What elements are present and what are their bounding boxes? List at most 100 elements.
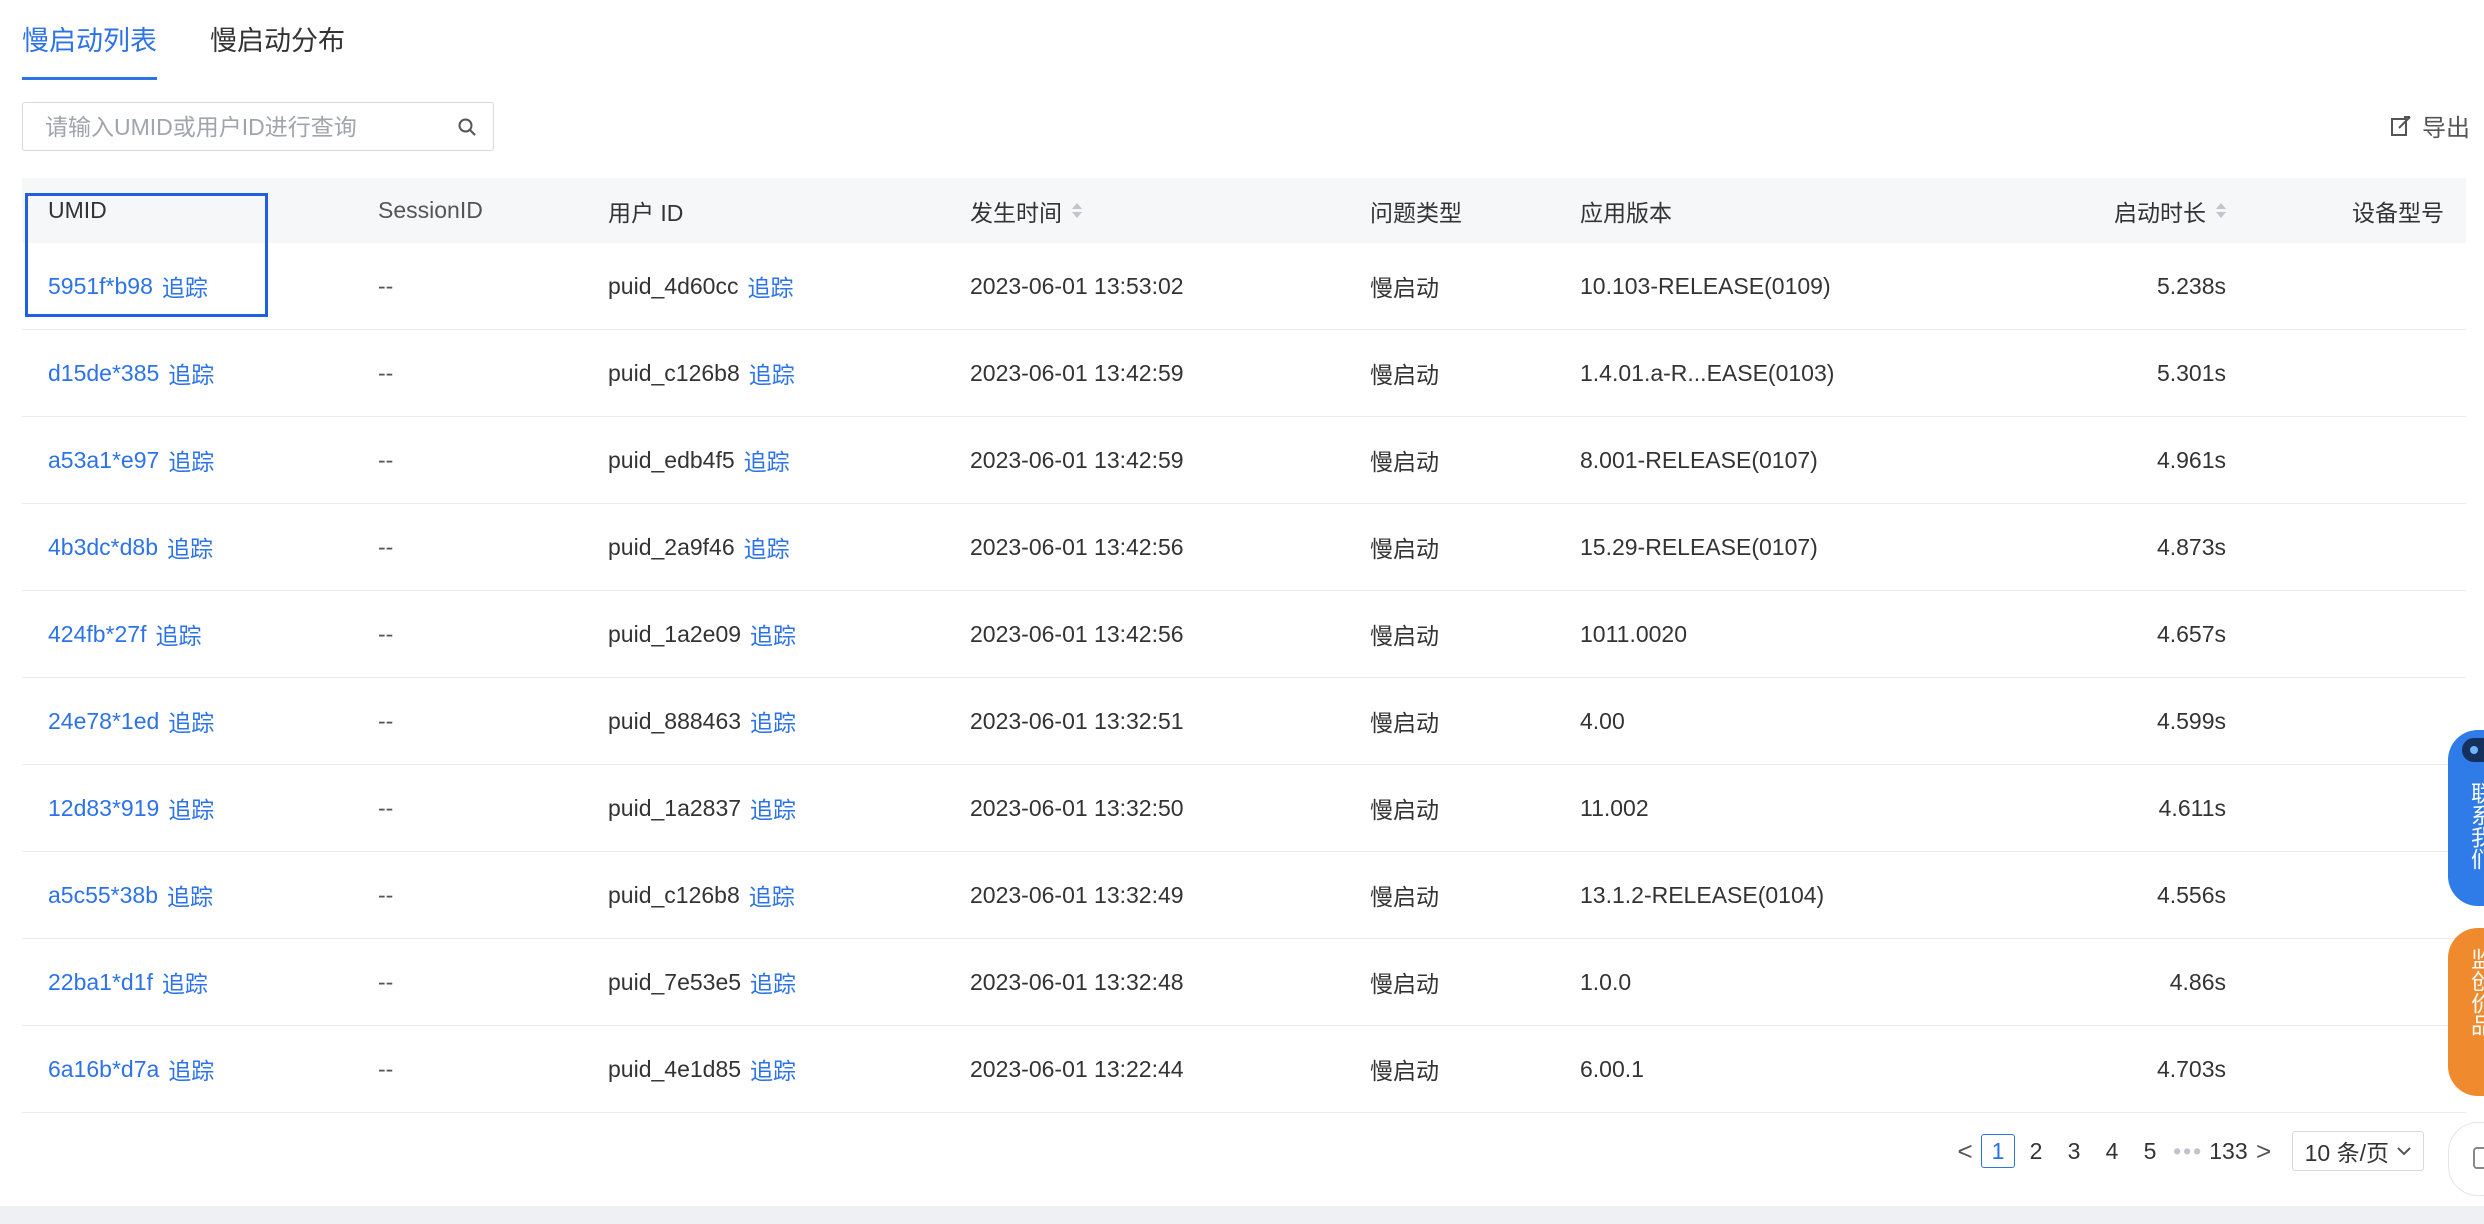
prev-page-button[interactable]: <	[1951, 1136, 1979, 1167]
umid-link[interactable]: a53a1*e97	[48, 447, 159, 474]
duration-cell: 5.238s	[2156, 272, 2226, 299]
trace-link[interactable]: 追踪	[749, 356, 795, 390]
umid-cell: 12d83*919 追踪	[48, 765, 214, 851]
chat-float-button[interactable]	[2448, 1122, 2484, 1196]
table-body: 5951f*b98 追踪 -- puid_4d60cc 追踪 2023-06-01 13:…	[22, 243, 2466, 1113]
trace-link[interactable]: 追踪	[168, 356, 214, 390]
page-size-select[interactable]: 10 条/页	[2291, 1131, 2424, 1171]
issue-type-cell: 慢启动	[1370, 710, 1439, 736]
trace-link[interactable]: 追踪	[162, 269, 208, 303]
table-row: a5c55*38b 追踪 -- puid_c126b8 追踪 2023-06-01 13:…	[22, 852, 2466, 939]
time-cell: 2023-06-01 13:42:56	[970, 533, 1184, 560]
session-id-cell: --	[378, 533, 394, 560]
trace-link[interactable]: 追踪	[750, 704, 796, 738]
umid-link[interactable]: 424fb*27f	[48, 621, 146, 648]
app-version-cell: 1.0.0	[1580, 968, 1632, 995]
trace-link[interactable]: 追踪	[750, 791, 796, 825]
umid-link[interactable]: 24e78*1ed	[48, 708, 159, 735]
umid-link[interactable]: d15de*385	[48, 360, 159, 387]
session-id-cell: --	[378, 446, 394, 473]
time-cell: 2023-06-01 13:32:51	[970, 707, 1184, 734]
contact-us-float-button[interactable]: 联系我们	[2448, 730, 2484, 906]
search-icon[interactable]	[457, 117, 477, 137]
robot-icon	[2462, 738, 2484, 762]
duration-cell: 4.599s	[2156, 707, 2226, 734]
tab-bar: 慢启动列表 慢启动分布	[22, 0, 398, 80]
user-id-cell: puid_4e1d85 追踪	[608, 1026, 796, 1112]
user-id-text: puid_1a2837	[608, 794, 742, 821]
duration-cell: 4.961s	[2156, 446, 2226, 473]
trace-link[interactable]: 追踪	[750, 965, 796, 999]
chat-icon	[2473, 1147, 2484, 1169]
time-cell: 2023-06-01 13:42:56	[970, 620, 1184, 647]
user-id-cell: puid_c126b8 追踪	[608, 852, 795, 938]
issue-type-cell: 慢启动	[1370, 623, 1439, 649]
duration-cell: 4.703s	[2156, 1055, 2226, 1082]
trace-link[interactable]: 追踪	[744, 443, 790, 477]
umid-link[interactable]: 5951f*b98	[48, 273, 153, 300]
duration-cell: 4.86s	[2169, 968, 2226, 995]
user-id-cell: puid_4d60cc 追踪	[608, 243, 793, 329]
table-row: 424fb*27f 追踪 -- puid_1a2e09 追踪 2023-06-01 13:…	[22, 591, 2466, 678]
umid-cell: 22ba1*d1f 追踪	[48, 939, 208, 1025]
app-version-cell: 8.001-RELEASE(0107)	[1580, 446, 1818, 473]
user-id-cell: puid_1a2e09 追踪	[608, 591, 796, 677]
column-time[interactable]: 发生时间	[970, 178, 1082, 243]
table-row: 22ba1*d1f 追踪 -- puid_7e53e5 追踪 2023-06-01 13:…	[22, 939, 2466, 1026]
umid-link[interactable]: a5c55*38b	[48, 882, 158, 909]
trace-link[interactable]: 追踪	[747, 269, 793, 303]
export-button[interactable]: 导出	[2390, 108, 2470, 143]
tab-slow-start-list[interactable]: 慢启动列表	[22, 0, 157, 80]
session-id-cell: --	[378, 881, 394, 908]
user-id-cell: puid_7e53e5 追踪	[608, 939, 796, 1025]
umid-link[interactable]: 6a16b*d7a	[48, 1056, 159, 1083]
trace-link[interactable]: 追踪	[750, 617, 796, 651]
trace-link[interactable]: 追踪	[168, 791, 214, 825]
table-row: 5951f*b98 追踪 -- puid_4d60cc 追踪 2023-06-01 13:…	[22, 243, 2466, 330]
umid-link[interactable]: 22ba1*d1f	[48, 969, 153, 996]
user-id-text: puid_edb4f5	[608, 446, 735, 473]
table-row: 24e78*1ed 追踪 -- puid_888463 追踪 2023-06-01 13:…	[22, 678, 2466, 765]
time-cell: 2023-06-01 13:32:48	[970, 968, 1184, 995]
last-page-button[interactable]: 133	[2209, 1134, 2247, 1168]
trace-link[interactable]: 追踪	[750, 1052, 796, 1086]
page-ellipsis[interactable]: •••	[2173, 1138, 2203, 1165]
user-id-cell: puid_888463 追踪	[608, 678, 796, 764]
umid-link[interactable]: 4b3dc*d8b	[48, 534, 158, 561]
user-id-cell: puid_1a2837 追踪	[608, 765, 796, 851]
next-page-button[interactable]: >	[2250, 1136, 2278, 1167]
trace-link[interactable]: 追踪	[162, 965, 208, 999]
trace-link[interactable]: 追踪	[167, 530, 213, 564]
trace-link[interactable]: 追踪	[168, 704, 214, 738]
trace-link[interactable]: 追踪	[167, 878, 213, 912]
trace-link[interactable]: 追踪	[168, 1052, 214, 1086]
sort-icon[interactable]	[2216, 203, 2226, 218]
session-id-cell: --	[378, 620, 394, 647]
time-cell: 2023-06-01 13:22:44	[970, 1055, 1184, 1082]
user-id-text: puid_888463	[608, 707, 742, 734]
page-5-button[interactable]: 5	[2133, 1134, 2167, 1168]
trace-link[interactable]: 追踪	[744, 530, 790, 564]
issue-type-cell: 慢启动	[1370, 449, 1439, 475]
page-size-label: 10 条/页	[2304, 1140, 2389, 1166]
duration-cell: 4.556s	[2156, 881, 2226, 908]
trace-link[interactable]: 追踪	[749, 878, 795, 912]
feedback-label: 监创价品	[2468, 948, 2484, 1036]
umid-cell: a53a1*e97 追踪	[48, 417, 214, 503]
issue-type-cell: 慢启动	[1370, 536, 1439, 562]
app-version-cell: 11.002	[1580, 794, 1649, 821]
umid-link[interactable]: 12d83*919	[48, 795, 159, 822]
trace-link[interactable]: 追踪	[155, 617, 201, 651]
tab-slow-start-distribution[interactable]: 慢启动分布	[210, 0, 345, 80]
page-3-button[interactable]: 3	[2057, 1134, 2091, 1168]
table-header: UMID SessionID 用户 ID 发生时间 问题类型 应用版本 启动时长…	[22, 178, 2466, 243]
column-duration[interactable]: 启动时长	[2114, 178, 2226, 243]
feedback-float-button[interactable]: 监创价品	[2448, 928, 2484, 1096]
search-input[interactable]	[43, 103, 457, 152]
page-2-button[interactable]: 2	[2019, 1134, 2053, 1168]
page-1-button[interactable]: 1	[1981, 1134, 2016, 1168]
trace-link[interactable]: 追踪	[168, 443, 214, 477]
user-id-text: puid_4e1d85	[608, 1055, 742, 1082]
sort-icon[interactable]	[1072, 203, 1082, 218]
page-4-button[interactable]: 4	[2095, 1134, 2129, 1168]
